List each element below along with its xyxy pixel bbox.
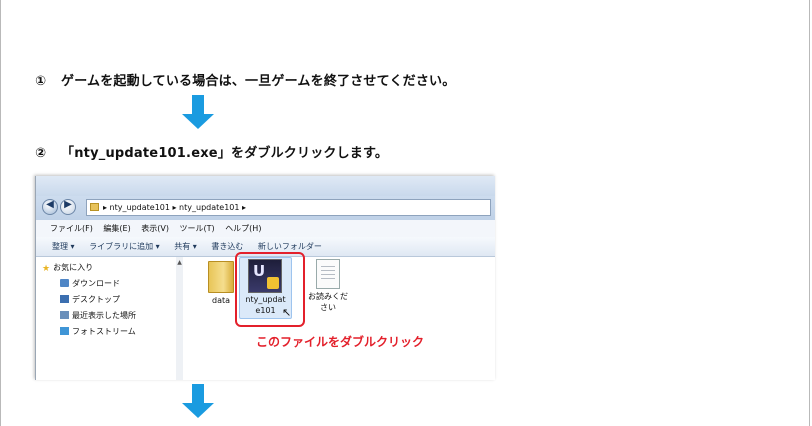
menu-file[interactable]: ファイル(F) <box>50 224 93 233</box>
add-to-library-button[interactable]: ライブラリに追加 ▾ <box>89 242 160 251</box>
nav-item-label: フォトストリーム <box>72 327 136 336</box>
nav-item-label: 最近表示した場所 <box>72 311 136 320</box>
folder-icon <box>90 203 99 211</box>
recent-places-icon <box>60 311 69 319</box>
menu-edit[interactable]: 編集(E) <box>103 224 130 233</box>
navigation-pane: ★ お気に入り ダウンロード デスクトップ 最近表示した場所 フォトストリーム <box>36 257 183 380</box>
red-highlight-box <box>235 252 305 327</box>
nav-favorites-label: お気に入り <box>53 263 94 272</box>
share-button[interactable]: 共有 ▾ <box>174 242 197 251</box>
burn-button[interactable]: 書き込む <box>211 242 243 251</box>
nav-item-label: デスクトップ <box>72 295 120 304</box>
nav-item-downloads[interactable]: ダウンロード <box>60 278 120 289</box>
file-label: data <box>211 296 231 305</box>
double-click-callout: このファイルをダブルクリック <box>256 335 425 349</box>
address-bar[interactable]: ▸ nty_update101 ▸ nty_update101 ▸ <box>86 199 491 216</box>
step-2: ② 「nty_update101.exe」をダブルクリックします。 <box>35 142 388 161</box>
menu-bar: ファイル(F) 編集(E) 表示(V) ツール(T) ヘルプ(H) <box>36 220 495 238</box>
mouse-cursor-icon: ↖ <box>282 306 292 319</box>
scroll-up-icon[interactable]: ▲ <box>176 259 183 266</box>
download-icon <box>60 279 69 287</box>
window-titlebar <box>36 176 495 196</box>
nav-item-photostream[interactable]: フォトストリーム <box>60 326 136 337</box>
document-icon <box>316 259 340 289</box>
step-1-text: ゲームを起動している場合は、一旦ゲームを終了させてください。 <box>61 74 456 89</box>
organize-button[interactable]: 整理 ▾ <box>52 242 75 251</box>
step-1-number: ① <box>35 74 47 89</box>
nav-item-desktop[interactable]: デスクトップ <box>60 294 120 305</box>
explorer-screenshot: ◀ ▶ ▸ nty_update101 ▸ nty_update101 ▸ ファ… <box>35 176 495 380</box>
star-icon: ★ <box>42 264 51 274</box>
step-2-text: 「nty_update101.exe」をダブルクリックします。 <box>61 146 389 161</box>
nav-favorites[interactable]: ★ お気に入り <box>42 262 94 274</box>
nav-scrollbar[interactable]: ▲ <box>176 257 183 380</box>
document-page: ① ゲームを起動している場合は、一旦ゲームを終了させてください。 ② 「nty_up… <box>0 0 810 426</box>
folder-icon <box>208 261 234 293</box>
step-2-number: ② <box>35 146 47 161</box>
file-label-line1: お読みくだ <box>308 292 348 301</box>
file-list: data U nty_updat e101 ↖ お読みくだ さい このファイルを… <box>184 252 495 380</box>
file-label-line2: さい <box>320 303 336 312</box>
photostream-icon <box>60 327 69 335</box>
menu-help[interactable]: ヘルプ(H) <box>225 224 261 233</box>
nav-item-recent[interactable]: 最近表示した場所 <box>60 310 136 321</box>
back-icon[interactable]: ◀ <box>42 199 58 215</box>
address-row: ◀ ▶ ▸ nty_update101 ▸ nty_update101 ▸ <box>36 196 495 220</box>
menu-tools[interactable]: ツール(T) <box>180 224 215 233</box>
breadcrumb: ▸ nty_update101 ▸ nty_update101 ▸ <box>103 203 247 212</box>
menu-view[interactable]: 表示(V) <box>141 224 169 233</box>
desktop-icon <box>60 295 69 303</box>
nav-item-label: ダウンロード <box>72 279 120 288</box>
forward-icon[interactable]: ▶ <box>60 199 76 215</box>
new-folder-button[interactable]: 新しいフォルダー <box>258 242 322 251</box>
step-1: ① ゲームを起動している場合は、一旦ゲームを終了させてください。 <box>35 70 455 89</box>
